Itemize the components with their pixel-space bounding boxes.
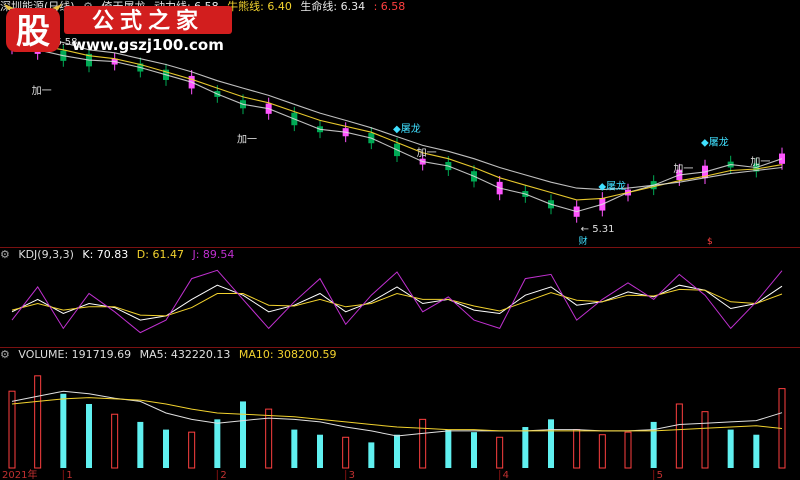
volume-bar (214, 419, 221, 468)
volume-bar (317, 434, 323, 468)
logo-badge-text: 股 (16, 12, 50, 52)
x-axis-month-label: 3 (349, 470, 355, 480)
volume-bar (598, 434, 606, 469)
add-signal-label: 加一 (417, 147, 437, 159)
logo-url: www.gszj100.com (72, 36, 224, 54)
cai-marker: 财 (579, 235, 588, 247)
volume-bar (188, 431, 196, 469)
volume-bar (163, 429, 169, 468)
volume-bar (34, 375, 42, 469)
x-axis-month-label: 4 (503, 470, 509, 480)
site-logo: 股 公式之家 www.gszj100.com (4, 4, 232, 54)
volume-bar (701, 411, 709, 469)
volume-ma10-line (11, 397, 783, 432)
volume-bar (240, 401, 246, 468)
low-price-label: ← 5.31 (581, 224, 615, 235)
bull-bear-line (11, 37, 783, 201)
volume-bar (471, 432, 477, 468)
volume-bar (496, 436, 504, 469)
kdj-k-line (11, 284, 783, 321)
volume-bar (445, 429, 452, 468)
cai-marker-2: $ (707, 237, 713, 247)
volume-bar (624, 431, 632, 469)
add-signal-label: 加一 (237, 134, 257, 146)
kdj-d-line (11, 288, 783, 317)
x-axis-year-label: 2021年 (2, 468, 37, 480)
dragon-signal-label: ◆屠龙 (701, 135, 729, 148)
volume-bar (573, 429, 581, 469)
add-signal-label: 加一 (32, 85, 52, 97)
volume-bar (675, 403, 683, 469)
volume-bar (368, 442, 375, 468)
volume-bar (727, 429, 734, 468)
add-signal-label: 加一 (673, 163, 693, 175)
candle-body (779, 153, 785, 164)
volume-bar (342, 436, 350, 469)
dragon-signal-label: ◆屠龙 (393, 122, 421, 135)
volume-bar (86, 403, 92, 468)
volume-bar (60, 393, 67, 468)
add-signal-label: 加一 (750, 156, 770, 168)
volume-bar (522, 427, 529, 468)
x-axis-month-label: 5 (657, 470, 663, 480)
volume-bar (111, 413, 119, 469)
volume-bar (548, 419, 554, 468)
x-axis-month-label: 2 (220, 470, 226, 480)
logo-text: 公式之家 (92, 8, 204, 34)
x-axis-month-label: 1 (66, 470, 72, 480)
stock-chart[interactable]: ← 6.58← 5.31加一加一加一加一加一◆屠龙◆屠龙◆屠龙财 $2021年 1 2… (0, 0, 800, 480)
volume-bar (419, 418, 427, 469)
volume-bar (753, 434, 760, 468)
dragon-signal-label: ◆屠龙 (598, 180, 626, 193)
volume-bar (137, 421, 144, 468)
volume-ma5-line (11, 390, 783, 437)
kdj-j-line (11, 269, 783, 334)
volume-bar (8, 390, 16, 469)
volume-bar (291, 429, 298, 468)
volume-bar (394, 434, 400, 468)
